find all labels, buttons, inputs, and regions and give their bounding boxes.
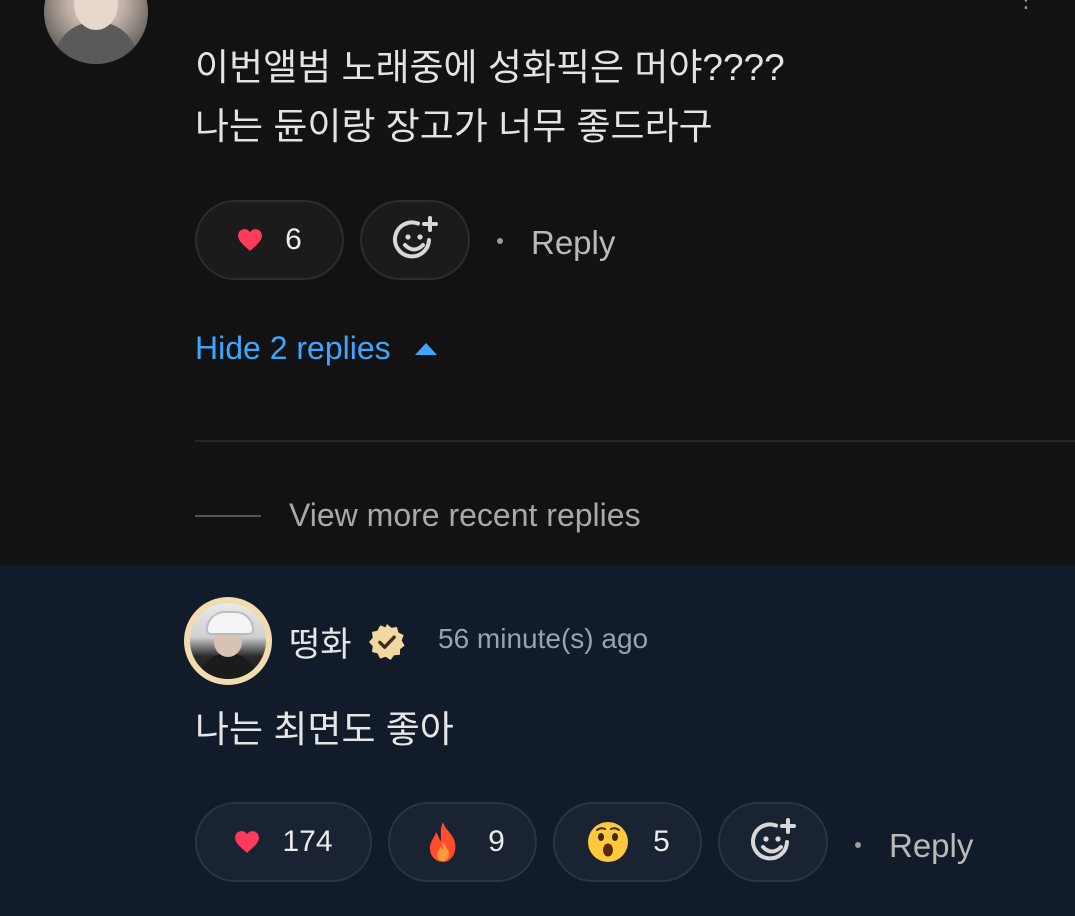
add-reaction-icon xyxy=(393,216,438,259)
parent-comment: ⋮ 이번앨범 노래중에 성화픽은 머야???? 나는 듄이랑 장고가 너무 좋드… xyxy=(0,0,1075,565)
timestamp: 56 minute(s) ago xyxy=(438,623,649,654)
highlighted-reply: 떵화 56 minute(s) ago 나는 최면도 좋아 174 9 5 Re… xyxy=(0,565,1075,916)
comment-text: 이번앨범 노래중에 성화픽은 머야???? 나는 듄이랑 장고가 너무 좋드라구 xyxy=(195,38,1015,156)
reply-button[interactable]: Reply xyxy=(531,224,615,262)
view-more-replies-button[interactable]: View more recent replies xyxy=(195,497,641,534)
heart-icon xyxy=(235,831,260,853)
surprised-face-icon xyxy=(588,822,629,862)
like-button[interactable]: 6 xyxy=(195,200,344,280)
reaction-heart-button[interactable]: 174 xyxy=(195,802,372,882)
avatar[interactable] xyxy=(44,0,148,64)
reaction-surprised-button[interactable]: 5 xyxy=(553,802,702,882)
view-more-label: View more recent replies xyxy=(289,497,641,533)
reaction-fire-button[interactable]: 9 xyxy=(388,802,537,882)
like-count: 6 xyxy=(285,223,302,256)
author-name[interactable]: 떵화 xyxy=(289,617,352,666)
more-options-icon[interactable]: ⋮ xyxy=(1015,0,1037,11)
add-reaction-button[interactable] xyxy=(360,200,470,280)
comment-line: 나는 듄이랑 장고가 너무 좋드라구 xyxy=(195,106,713,147)
hide-replies-button[interactable]: Hide 2 replies xyxy=(195,330,437,367)
avatar[interactable] xyxy=(184,597,272,685)
reaction-count: 5 xyxy=(653,825,670,858)
add-reaction-button[interactable] xyxy=(718,802,828,882)
comment-line: 이번앨범 노래중에 성화픽은 머야???? xyxy=(195,47,785,88)
caret-up-icon xyxy=(414,342,437,355)
comments-screen: ⋮ 이번앨범 노래중에 성화픽은 머야???? 나는 듄이랑 장고가 너무 좋드… xyxy=(0,0,1075,916)
divider xyxy=(195,440,1075,442)
separator-dot xyxy=(855,842,861,848)
reaction-count: 174 xyxy=(282,825,333,858)
reply-button[interactable]: Reply xyxy=(889,827,973,865)
reply-text: 나는 최면도 좋아 xyxy=(195,709,454,750)
reaction-count: 9 xyxy=(488,825,505,858)
hide-replies-label: Hide 2 replies xyxy=(195,330,391,366)
heart-icon xyxy=(238,229,263,251)
add-reaction-icon xyxy=(751,818,796,861)
thread-line xyxy=(195,514,261,517)
separator-dot xyxy=(497,238,503,244)
fire-icon xyxy=(430,822,456,862)
verified-badge-icon xyxy=(368,623,405,660)
